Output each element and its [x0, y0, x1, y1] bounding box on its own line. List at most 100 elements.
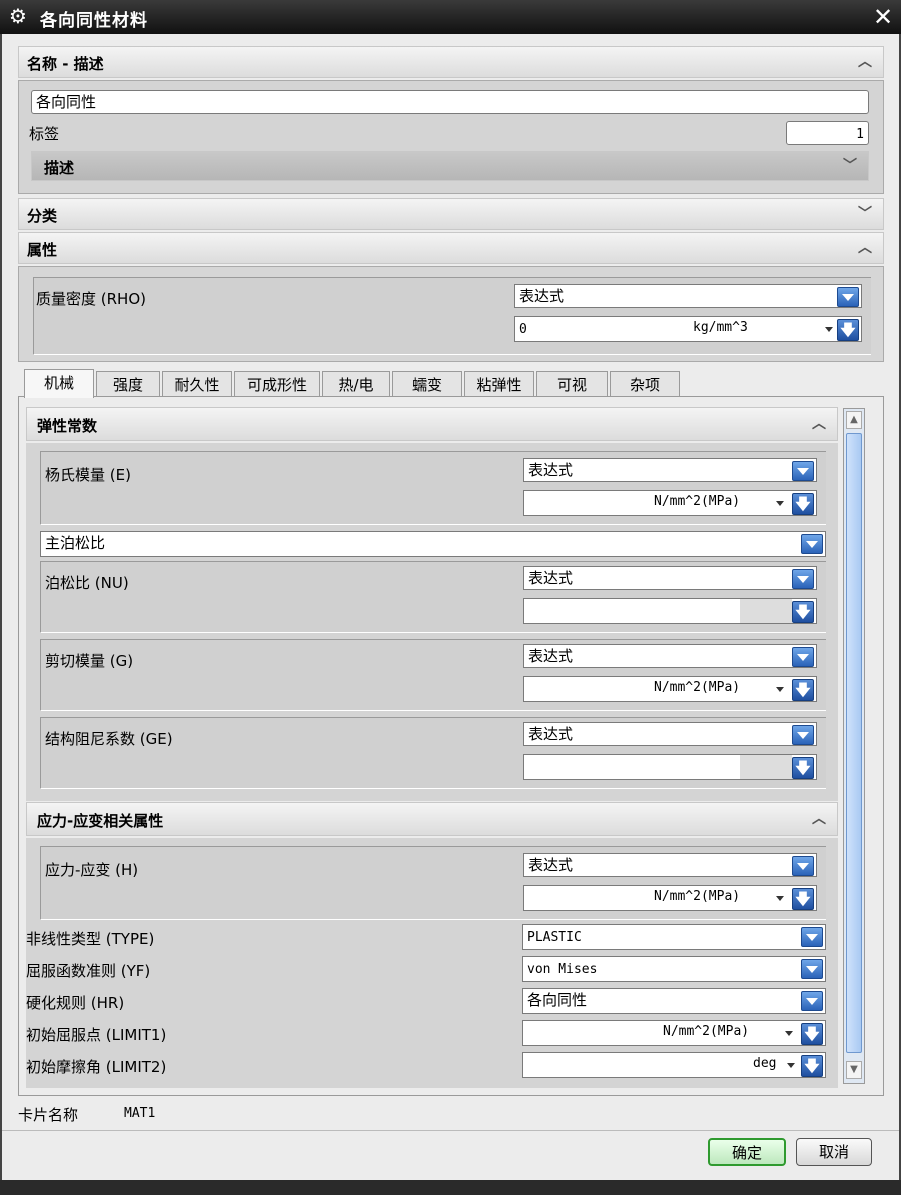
- limit1-label: 初始屈服点 (LIMIT1): [26, 1026, 167, 1044]
- divider: [2, 1130, 899, 1131]
- card-name-label: 卡片名称: [18, 1106, 79, 1124]
- damping-value-field[interactable]: 🡇: [523, 754, 817, 780]
- poisson-mode-value: 表达式: [528, 569, 574, 587]
- tab-6[interactable]: 粘弹性: [464, 371, 534, 398]
- ok-button[interactable]: 确定: [708, 1138, 786, 1166]
- elastic-section-header[interactable]: 弹性常数 ︿: [26, 407, 838, 441]
- density-unit[interactable]: kg/mm^3: [693, 317, 748, 339]
- window-bottom-edge: [0, 1180, 901, 1195]
- arrow-down-icon[interactable]: 🡇: [792, 757, 814, 779]
- scroll-thumb[interactable]: [846, 433, 862, 1053]
- tab-8[interactable]: 杂项: [610, 371, 680, 398]
- name-input[interactable]: 各向同性: [31, 90, 869, 114]
- dropdown-arrow-icon[interactable]: [792, 461, 814, 481]
- ss-mode-value: 表达式: [528, 856, 574, 874]
- tab-0[interactable]: 机械: [24, 369, 94, 398]
- arrow-down-icon[interactable]: 🡇: [792, 888, 814, 910]
- unit-dropdown-icon[interactable]: [776, 501, 784, 506]
- shear-mode-select[interactable]: 表达式: [523, 644, 817, 668]
- youngs-unit[interactable]: N/mm^2(MPa): [654, 491, 740, 513]
- youngs-mode-select[interactable]: 表达式: [523, 458, 817, 482]
- tab-2[interactable]: 耐久性: [162, 371, 232, 398]
- dropdown-arrow-icon[interactable]: [792, 856, 814, 876]
- limit2-unit[interactable]: deg: [753, 1053, 776, 1075]
- poisson-type-select[interactable]: 主泊松比: [40, 531, 826, 557]
- section-title: 分类: [27, 207, 58, 225]
- dropdown-arrow-icon[interactable]: [801, 959, 823, 979]
- chevron-down-icon[interactable]: ﹀: [838, 155, 862, 177]
- tab-7[interactable]: 可视: [536, 371, 608, 398]
- close-icon[interactable]: ✕: [869, 4, 897, 30]
- dropdown-arrow-icon[interactable]: [792, 569, 814, 589]
- chevron-up-icon[interactable]: ︿: [807, 413, 831, 435]
- stress-strain-panel: 应力-应变 (H) 表达式 N/mm^2(MPa) 🡇 非线性类型 (TYPE)…: [26, 838, 838, 1088]
- tab-5[interactable]: 蠕变: [392, 371, 462, 398]
- youngs-label: 杨氏模量 (E): [45, 466, 131, 484]
- limit1-field[interactable]: N/mm^2(MPa) 🡇: [522, 1020, 826, 1046]
- chevron-up-icon[interactable]: ︿: [807, 808, 831, 830]
- shear-label: 剪切模量 (G): [45, 652, 134, 670]
- tab-1[interactable]: 强度: [96, 371, 160, 398]
- density-group: 质量密度 (RHO) 表达式 0 kg/mm^3 🡇: [33, 277, 871, 355]
- poisson-mode-select[interactable]: 表达式: [523, 566, 817, 590]
- shear-value-field[interactable]: N/mm^2(MPa) 🡇: [523, 676, 817, 702]
- scroll-up-icon[interactable]: ▲: [846, 411, 862, 429]
- properties-section-header[interactable]: 属性 ︿: [18, 232, 884, 264]
- ss-mode-select[interactable]: 表达式: [523, 853, 817, 877]
- density-mode-select[interactable]: 表达式: [514, 284, 862, 308]
- unit-dropdown-icon[interactable]: [776, 687, 784, 692]
- hardening-select[interactable]: 各向同性: [522, 988, 826, 1014]
- limit2-field[interactable]: deg 🡇: [522, 1052, 826, 1078]
- arrow-down-icon[interactable]: 🡇: [801, 1023, 823, 1045]
- dropdown-arrow-icon[interactable]: [837, 287, 859, 307]
- chevron-down-icon[interactable]: ﹀: [853, 203, 877, 225]
- shear-group: 剪切模量 (G) 表达式 N/mm^2(MPa) 🡇: [40, 639, 826, 711]
- yield-select[interactable]: von Mises: [522, 956, 826, 982]
- cancel-button[interactable]: 取消: [796, 1138, 872, 1166]
- nl-type-select[interactable]: PLASTIC: [522, 924, 826, 950]
- shear-mode-value: 表达式: [528, 647, 574, 665]
- density-value-field[interactable]: 0 kg/mm^3 🡇: [514, 316, 862, 342]
- dropdown-arrow-icon[interactable]: [792, 725, 814, 745]
- name-section-panel: 各向同性 标签 1 描述 ﹀: [18, 80, 884, 194]
- poisson-group: 泊松比 (NU) 表达式 🡇: [40, 561, 826, 633]
- arrow-down-icon[interactable]: 🡇: [792, 679, 814, 701]
- vertical-scrollbar[interactable]: ▲ ▼: [843, 408, 865, 1084]
- damping-label: 结构阻尼系数 (GE): [45, 730, 173, 748]
- youngs-value-field[interactable]: N/mm^2(MPa) 🡇: [523, 490, 817, 516]
- scroll-down-icon[interactable]: ▼: [846, 1061, 862, 1079]
- arrow-down-icon[interactable]: 🡇: [837, 319, 859, 341]
- dropdown-arrow-icon[interactable]: [801, 534, 823, 554]
- properties-panel: 质量密度 (RHO) 表达式 0 kg/mm^3 🡇: [18, 266, 884, 362]
- tab-3[interactable]: 可成形性: [234, 371, 320, 398]
- stress-strain-section-header[interactable]: 应力-应变相关属性 ︿: [26, 802, 838, 836]
- unit-dropdown-icon[interactable]: [776, 896, 784, 901]
- arrow-down-icon[interactable]: 🡇: [801, 1055, 823, 1077]
- damping-mode-select[interactable]: 表达式: [523, 722, 817, 746]
- hardening-value: 各向同性: [527, 991, 588, 1009]
- dropdown-arrow-icon[interactable]: [801, 927, 823, 947]
- ss-value-field[interactable]: N/mm^2(MPa) 🡇: [523, 885, 817, 911]
- poisson-value-field[interactable]: 🡇: [523, 598, 817, 624]
- dropdown-arrow-icon[interactable]: [801, 991, 823, 1011]
- arrow-down-icon[interactable]: 🡇: [792, 601, 814, 623]
- unit-dropdown-icon[interactable]: [785, 1031, 793, 1036]
- elastic-panel: 杨氏模量 (E) 表达式 N/mm^2(MPa) 🡇 主泊松比 泊松比 (NU)…: [26, 443, 838, 801]
- arrow-down-icon[interactable]: 🡇: [792, 493, 814, 515]
- limit1-unit[interactable]: N/mm^2(MPa): [663, 1021, 749, 1043]
- hardening-label: 硬化规则 (HR): [26, 994, 125, 1012]
- dropdown-arrow-icon[interactable]: [792, 647, 814, 667]
- tab-4[interactable]: 热/电: [322, 371, 390, 398]
- description-header[interactable]: 描述 ﹀: [31, 151, 869, 181]
- section-title: 弹性常数: [37, 417, 98, 435]
- label-input[interactable]: 1: [786, 121, 869, 145]
- chevron-up-icon[interactable]: ︿: [853, 237, 877, 259]
- chevron-up-icon[interactable]: ︿: [853, 51, 877, 73]
- category-section-header[interactable]: 分类 ﹀: [18, 198, 884, 230]
- shear-unit[interactable]: N/mm^2(MPa): [654, 677, 740, 699]
- unit-dropdown-icon[interactable]: [825, 327, 833, 332]
- ss-unit[interactable]: N/mm^2(MPa): [654, 886, 740, 908]
- unit-dropdown-icon[interactable]: [787, 1063, 795, 1068]
- name-section-header[interactable]: 名称 - 描述 ︿: [18, 46, 884, 78]
- gear-icon[interactable]: ⚙: [6, 4, 30, 28]
